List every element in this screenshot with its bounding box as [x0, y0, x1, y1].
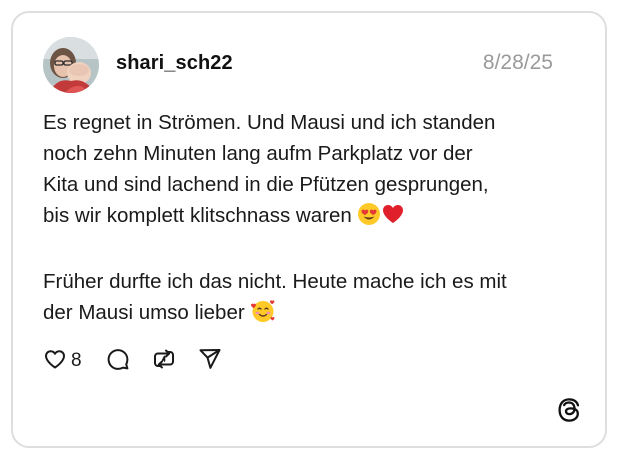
post-body: Es regnet in Strömen. Und Mausi und ich …: [43, 107, 583, 332]
post-actions: 8: [43, 347, 222, 375]
post-paragraph-1-text: Es regnet in Strömen. Und Mausi und ich …: [43, 111, 496, 227]
repost-button[interactable]: [152, 347, 176, 375]
share-button[interactable]: [198, 347, 222, 375]
post-date: 8/28/25: [482, 51, 553, 74]
repost-icon: [152, 347, 176, 376]
avatar-photo: [43, 37, 99, 93]
post-card: shari_sch22 8/28/25 Es regnet in Strömen…: [11, 11, 607, 448]
heart-icon: [43, 347, 67, 376]
heart-eyes-emoji: [357, 202, 381, 235]
avatar[interactable]: [43, 37, 99, 93]
share-icon: [198, 347, 222, 376]
comment-icon: [106, 347, 130, 376]
red-heart-emoji: [381, 202, 405, 235]
post-paragraph-1: Es regnet in Strömen. Und Mausi und ich …: [43, 107, 583, 235]
smiling-face-with-hearts-emoji: [250, 299, 276, 332]
like-count: 8: [71, 350, 82, 371]
like-button[interactable]: 8: [43, 347, 82, 375]
comment-button[interactable]: [106, 347, 130, 375]
threads-logo-icon[interactable]: [555, 396, 583, 424]
username[interactable]: shari_sch22: [116, 52, 233, 75]
post-paragraph-2: Früher durfte ich das nicht. Heute mache…: [43, 266, 583, 332]
